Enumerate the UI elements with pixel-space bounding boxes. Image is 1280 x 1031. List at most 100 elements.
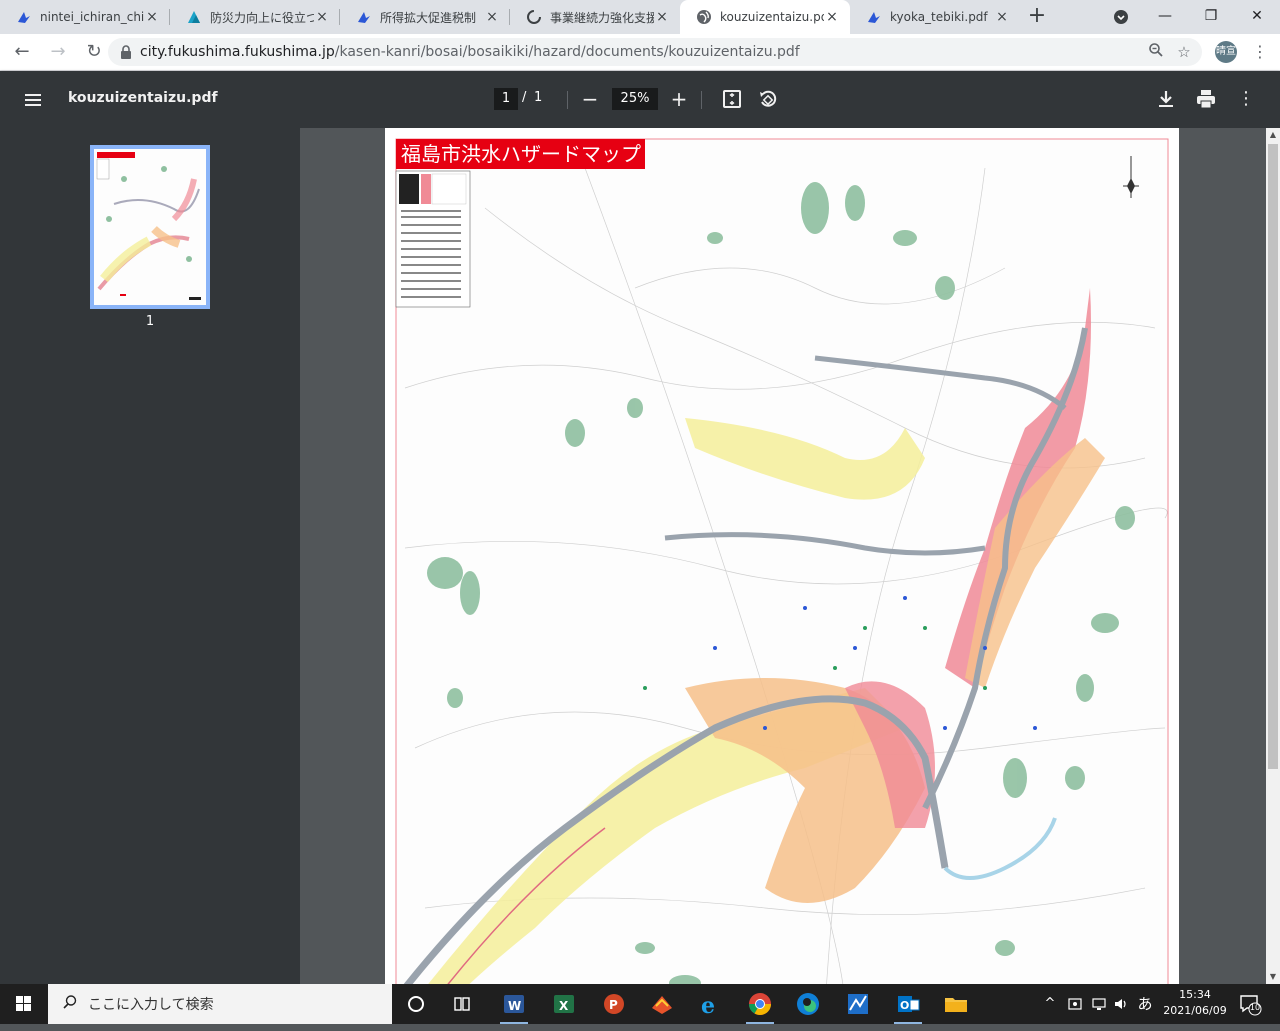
- close-icon[interactable]: ×: [654, 9, 670, 25]
- page-number-input[interactable]: 1: [494, 88, 518, 110]
- restore-button[interactable]: ❐: [1188, 0, 1234, 34]
- taskbar-search[interactable]: ここに入力して検索: [48, 984, 392, 1024]
- edge-icon[interactable]: [792, 988, 824, 1020]
- close-icon[interactable]: ×: [994, 9, 1010, 25]
- tab-title: 所得拡大促進税制: [380, 10, 477, 25]
- pdf-icon: [16, 9, 32, 25]
- page-thumbnail[interactable]: [90, 145, 210, 309]
- chrome-icon[interactable]: [744, 988, 776, 1024]
- page-separator: /: [522, 90, 527, 105]
- lock-icon: [121, 45, 131, 59]
- notification-center-icon[interactable]: 10: [1238, 992, 1262, 1016]
- minimize-button[interactable]: —: [1142, 0, 1188, 34]
- more-actions-icon[interactable]: ⋮: [1234, 87, 1258, 111]
- app-icon[interactable]: [646, 988, 678, 1020]
- scroll-down-icon[interactable]: ▼: [1266, 970, 1280, 984]
- chart-app-icon[interactable]: [842, 988, 874, 1020]
- toolbar-divider: [567, 91, 568, 109]
- volume-icon[interactable]: [1112, 984, 1130, 1024]
- hazard-map-image: [385, 128, 1179, 984]
- close-icon[interactable]: ×: [314, 9, 330, 25]
- file-explorer-icon[interactable]: [940, 988, 972, 1020]
- tab-2[interactable]: 防災力向上に役立つ ×: [170, 0, 340, 34]
- start-button[interactable]: [0, 984, 48, 1024]
- svg-text:W: W: [508, 999, 521, 1013]
- cortana-icon[interactable]: [400, 988, 432, 1020]
- bookmark-star-icon[interactable]: ☆: [1170, 43, 1198, 61]
- zoom-in-button[interactable]: +: [667, 87, 691, 111]
- windows-icon: [16, 996, 31, 1011]
- pdf-toolbar: kouzuizentaizu.pdf 1 / 1 − 25% + ⋮: [0, 71, 1280, 128]
- tab-title: 事業継続力強化支援: [550, 10, 654, 25]
- forward-button[interactable]: →: [42, 36, 74, 68]
- zoom-icon[interactable]: [1142, 42, 1170, 62]
- map-title: 福島市洪水ハザードマップ: [401, 142, 641, 166]
- pdf-icon: [866, 9, 882, 25]
- zoom-out-button[interactable]: −: [578, 87, 602, 111]
- site-icon: [186, 9, 202, 25]
- page-total: 1: [534, 90, 543, 105]
- url-text: city.fukushima.fukushima.jp/kasen-kanri/…: [140, 44, 1142, 60]
- print-icon[interactable]: [1194, 87, 1218, 111]
- svg-text:O: O: [900, 999, 909, 1012]
- powerpoint-icon[interactable]: P: [598, 988, 630, 1020]
- svg-text:X: X: [559, 999, 569, 1013]
- loading-icon: [526, 9, 542, 25]
- security-icon[interactable]: [1066, 984, 1084, 1024]
- tab-title: kouzuizentaizu.pdf: [720, 10, 824, 24]
- tab-5-active[interactable]: kouzuizentaizu.pdf ×: [680, 0, 850, 34]
- tab-3[interactable]: 所得拡大促進税制 ×: [340, 0, 510, 34]
- pdf-filename: kouzuizentaizu.pdf: [68, 90, 218, 106]
- outlook-icon[interactable]: O: [892, 988, 924, 1024]
- svg-text:e: e: [701, 993, 715, 1019]
- notification-count: 10: [1249, 1003, 1261, 1012]
- scrollbar-thumb[interactable]: [1268, 144, 1278, 769]
- chevron-down-icon: [1114, 10, 1128, 24]
- clock-time: 15:34: [1179, 988, 1211, 1001]
- pdf-page: 福島市洪水ハザードマップ: [385, 128, 1179, 984]
- pdf-icon: [356, 9, 372, 25]
- tab-search-button[interactable]: [1098, 0, 1144, 34]
- close-icon[interactable]: ×: [824, 9, 840, 25]
- menu-icon[interactable]: [22, 89, 44, 111]
- rotate-icon[interactable]: [756, 87, 780, 111]
- avatar[interactable]: 晴宣: [1215, 41, 1237, 63]
- word-icon[interactable]: W: [498, 988, 530, 1024]
- tab-title: 防災力向上に役立つ: [210, 10, 314, 25]
- excel-icon[interactable]: X: [548, 988, 580, 1020]
- internet-explorer-icon[interactable]: e: [694, 988, 726, 1020]
- download-icon[interactable]: [1154, 87, 1178, 111]
- network-icon[interactable]: [1090, 984, 1108, 1024]
- tab-6[interactable]: kyoka_tebiki.pdf ×: [850, 0, 1020, 34]
- tab-4[interactable]: 事業継続力強化支援 ×: [510, 0, 680, 34]
- globe-icon: [696, 9, 712, 25]
- thumbnail-map-image: [94, 149, 206, 305]
- pdf-viewer[interactable]: 福島市洪水ハザードマップ: [300, 128, 1266, 984]
- clock[interactable]: 15:34 2021/06/09: [1163, 987, 1227, 1019]
- new-tab-button[interactable]: +: [1020, 0, 1054, 34]
- tab-title: kyoka_tebiki.pdf: [890, 10, 988, 24]
- search-icon: [62, 994, 78, 1014]
- tab-title: nintei_ichiran_chiiki: [40, 10, 144, 24]
- close-icon[interactable]: ×: [144, 9, 160, 25]
- address-bar[interactable]: city.fukushima.fukushima.jp/kasen-kanri/…: [108, 38, 1202, 66]
- back-button[interactable]: ←: [6, 36, 38, 68]
- reload-button[interactable]: ↻: [78, 36, 110, 68]
- fit-page-icon[interactable]: [720, 87, 744, 111]
- tray-overflow-icon[interactable]: ^: [1042, 984, 1058, 1024]
- toolbar-divider: [701, 91, 702, 109]
- vertical-scrollbar[interactable]: ▲ ▼: [1266, 128, 1280, 984]
- task-view-icon[interactable]: [446, 988, 478, 1020]
- close-icon[interactable]: ×: [484, 9, 500, 25]
- browser-menu-icon[interactable]: ⋮: [1248, 39, 1272, 65]
- svg-text:P: P: [609, 998, 618, 1012]
- url-host: city.fukushima.fukushima.jp: [140, 44, 335, 60]
- zoom-input[interactable]: 25%: [612, 88, 658, 110]
- close-window-button[interactable]: ✕: [1234, 0, 1280, 34]
- ime-indicator[interactable]: あ: [1134, 984, 1156, 1024]
- tab-list: nintei_ichiran_chiiki × 防災力向上に役立つ × 所得拡大…: [0, 0, 1054, 34]
- scroll-up-icon[interactable]: ▲: [1266, 128, 1280, 142]
- url-path: /kasen-kanri/bosai/bosaikiki/hazard/docu…: [334, 44, 800, 60]
- tab-1[interactable]: nintei_ichiran_chiiki ×: [0, 0, 170, 34]
- taskbar: ここに入力して検索 W X P e O ^ あ 15:34 2021/06/09…: [0, 984, 1280, 1024]
